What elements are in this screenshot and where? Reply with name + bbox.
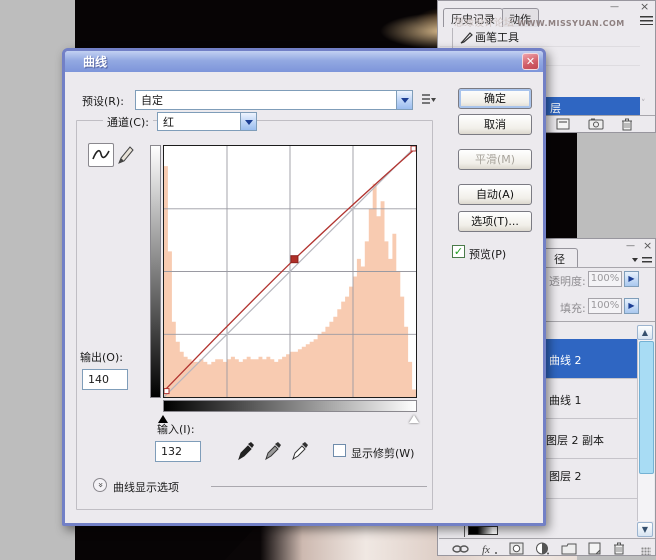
output-label: 输出(O): (80, 351, 123, 364)
layers-scrollbar-thumb[interactable] (639, 341, 654, 474)
new-group-icon[interactable] (561, 543, 577, 555)
watermark: 思缘设计论坛 WWW.MISSYUAN.COM (454, 18, 625, 29)
layers-menu-icon[interactable] (632, 255, 652, 268)
smooth-button: 平滑(M) (458, 149, 532, 170)
layers-close-button[interactable]: × (643, 240, 652, 251)
history-minimize-button[interactable]: — (610, 3, 619, 12)
input-label: 输入(I): (157, 423, 195, 436)
ok-button[interactable]: 确定 (458, 88, 532, 109)
fill-label: 填充: (560, 302, 586, 315)
resize-grip[interactable] (641, 547, 651, 555)
input-field[interactable]: 132 (155, 441, 201, 462)
cancel-button[interactable]: 取消 (458, 114, 532, 135)
dialog-close-button[interactable]: ✕ (522, 53, 539, 70)
svg-text:fx: fx (482, 544, 490, 555)
divider (464, 526, 465, 537)
link-layers-icon[interactable] (452, 543, 470, 555)
dialog-title: 曲线 (83, 55, 108, 69)
adjustment-layer-icon[interactable] (535, 542, 550, 555)
combo-arrow-icon[interactable] (396, 91, 412, 109)
history-source-well[interactable] (440, 27, 453, 47)
preset-label: 预设(R): (82, 95, 124, 108)
delete-trash-icon[interactable] (621, 118, 633, 131)
new-document-from-state-icon[interactable] (556, 118, 571, 130)
combo-arrow-icon[interactable] (240, 113, 256, 130)
history-item[interactable]: 画笔工具 (440, 27, 640, 47)
dialog-titlebar[interactable]: 曲线 (65, 51, 543, 72)
layers-minimize-button[interactable]: — (626, 242, 635, 251)
layer-style-fx-icon[interactable]: fx (481, 542, 498, 555)
channel-label: 通道(C): (103, 114, 153, 130)
curve-display-options-label: 曲线显示选项 (113, 481, 179, 494)
new-snapshot-icon[interactable] (588, 118, 604, 130)
pencil-tool-icon[interactable] (117, 145, 135, 165)
history-scroll-down-icon[interactable]: ˅ (641, 99, 646, 109)
delete-layer-trash-icon[interactable] (613, 542, 625, 555)
white-point-eyedropper-icon[interactable] (291, 441, 309, 461)
preview-checkbox[interactable]: ✓ (452, 245, 465, 258)
layers-scrollbar[interactable] (637, 340, 654, 521)
edit-curve-tool-button[interactable] (88, 143, 114, 167)
curves-dialog: 曲线 ✕ 预设(R): 自定 确定 取消 平滑(M) 自动(A) 选项(T)..… (62, 48, 546, 526)
fill-arrow-icon[interactable]: ▶ (624, 298, 639, 314)
show-clipping-label: 显示修剪(W) (351, 447, 415, 460)
preset-options-icon[interactable] (421, 92, 436, 106)
gray-point-eyedropper-icon[interactable] (264, 441, 282, 461)
fill-value[interactable]: 100% (588, 298, 622, 314)
auto-button[interactable]: 自动(A) (458, 184, 532, 205)
history-menu-icon[interactable] (640, 16, 653, 25)
brush-icon (460, 32, 473, 44)
options-button[interactable]: 选项(T)... (458, 211, 532, 232)
preset-combobox[interactable]: 自定 (135, 90, 413, 110)
output-field[interactable]: 140 (82, 369, 128, 390)
preview-label: 预览(P) (469, 248, 507, 261)
layers-scroll-up-button[interactable]: ▲ (637, 325, 653, 340)
curve-display-options-expander[interactable]: » (93, 478, 107, 492)
show-clipping-checkbox[interactable] (333, 444, 346, 457)
curve-tool-icon (92, 149, 110, 160)
layer-mask-icon[interactable] (509, 542, 524, 555)
channel-combobox[interactable]: 红 (157, 112, 257, 131)
divider (211, 486, 427, 487)
new-layer-icon[interactable] (588, 542, 602, 555)
output-gradient-bar (150, 145, 161, 398)
layers-scroll-down-button[interactable]: ▼ (637, 522, 653, 537)
history-close-button[interactable]: × (640, 1, 649, 12)
layer-thumbnail[interactable] (468, 526, 498, 535)
history-footer (556, 118, 633, 131)
input-gradient-bar (163, 400, 417, 412)
opacity-label: 透明度: (549, 275, 586, 288)
curves-plot[interactable] (163, 145, 417, 398)
black-point-eyedropper-icon[interactable] (237, 441, 255, 461)
white-point-slider[interactable] (409, 415, 419, 423)
layers-footer: fx (452, 542, 625, 555)
opacity-value[interactable]: 100% (588, 271, 622, 287)
opacity-arrow-icon[interactable]: ▶ (624, 271, 639, 287)
